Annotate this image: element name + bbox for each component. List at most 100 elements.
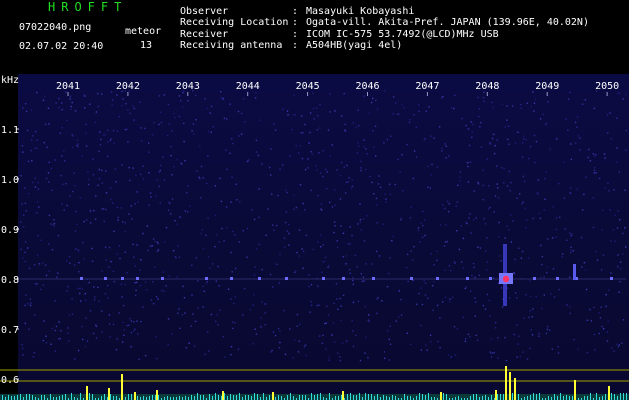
echo-dash [436,277,439,280]
noise-speck [413,150,416,152]
noise-speck [498,236,500,238]
noise-speck [589,160,592,162]
noise-speck [301,157,304,160]
noise-speck [65,183,67,185]
noise-speck [24,260,26,263]
trace-tick [311,393,312,400]
noise-speck [322,175,324,178]
noise-speck [37,188,40,190]
noise-speck [132,243,134,246]
noise-speck [310,151,312,153]
noise-speck [48,181,50,183]
noise-speck [431,285,434,287]
trace-tick [314,395,315,400]
noise-speck [126,324,128,327]
noise-speck [543,209,545,211]
noise-speck [617,345,619,348]
noise-speck [48,161,50,164]
noise-speck [362,276,365,278]
noise-speck [140,173,142,176]
noise-speck [25,294,27,296]
noise-speck [365,336,367,339]
noise-speck [375,197,378,200]
noise-speck [479,247,482,249]
noise-speck [490,356,493,358]
noise-speck [283,237,286,239]
noise-speck [72,135,74,137]
trace-spike [608,386,610,400]
noise-speck [488,208,490,210]
noise-speck [427,186,429,188]
noise-speck [216,314,218,316]
noise-speck [360,167,362,169]
noise-speck [449,301,451,303]
noise-speck [66,260,68,262]
noise-speck [163,94,165,96]
noise-speck [175,257,177,259]
noise-speck [118,245,121,247]
noise-speck [382,223,385,225]
noise-speck [288,232,290,235]
noise-speck [207,331,209,333]
noise-speck [200,197,202,199]
noise-speck [341,115,343,117]
noise-speck [310,304,313,306]
noise-speck [424,234,426,237]
noise-speck [529,295,532,298]
noise-speck [374,125,377,127]
noise-speck [313,118,315,120]
noise-speck [544,198,546,200]
noise-speck [160,121,163,124]
noise-speck [184,312,186,314]
noise-speck [594,349,596,351]
noise-speck [467,128,470,130]
noise-speck [36,283,38,285]
noise-speck [272,286,274,288]
noise-speck [30,302,32,304]
noise-speck [167,344,169,346]
noise-speck [61,203,63,205]
noise-speck [581,266,583,268]
noise-speck [110,260,112,263]
noise-speck [431,163,433,166]
noise-speck [130,346,132,348]
noise-speck [436,166,439,168]
noise-speck [399,171,401,173]
noise-speck [576,126,578,128]
noise-speck [326,305,328,307]
trace-spike [134,392,136,400]
noise-speck [329,201,331,204]
noise-speck [118,115,120,118]
noise-speck [317,285,319,287]
noise-speck [271,224,274,226]
noise-speck [226,226,228,229]
noise-speck [540,244,542,247]
noise-speck [94,121,97,124]
noise-speck [112,270,115,273]
noise-speck [389,193,392,196]
noise-speck [192,123,195,125]
noise-speck [51,189,53,191]
trace-tick [404,394,405,400]
noise-speck [420,349,423,351]
noise-speck [386,138,388,141]
noise-speck [98,300,100,302]
noise-speck [569,232,571,234]
noise-speck [425,344,427,346]
noise-speck [45,123,47,126]
noise-speck [400,298,402,301]
noise-speck [492,277,495,279]
trace-tick [626,393,627,400]
trace-tick [101,396,102,400]
noise-speck [150,299,153,301]
noise-speck [552,206,554,208]
noise-speck [273,229,275,231]
noise-speck [595,153,597,156]
noise-speck [93,209,95,212]
trace-tick [584,396,585,400]
noise-speck [46,146,48,148]
noise-speck [43,142,45,144]
noise-speck [512,220,514,222]
noise-speck [37,234,39,237]
trace-tick [512,393,513,400]
